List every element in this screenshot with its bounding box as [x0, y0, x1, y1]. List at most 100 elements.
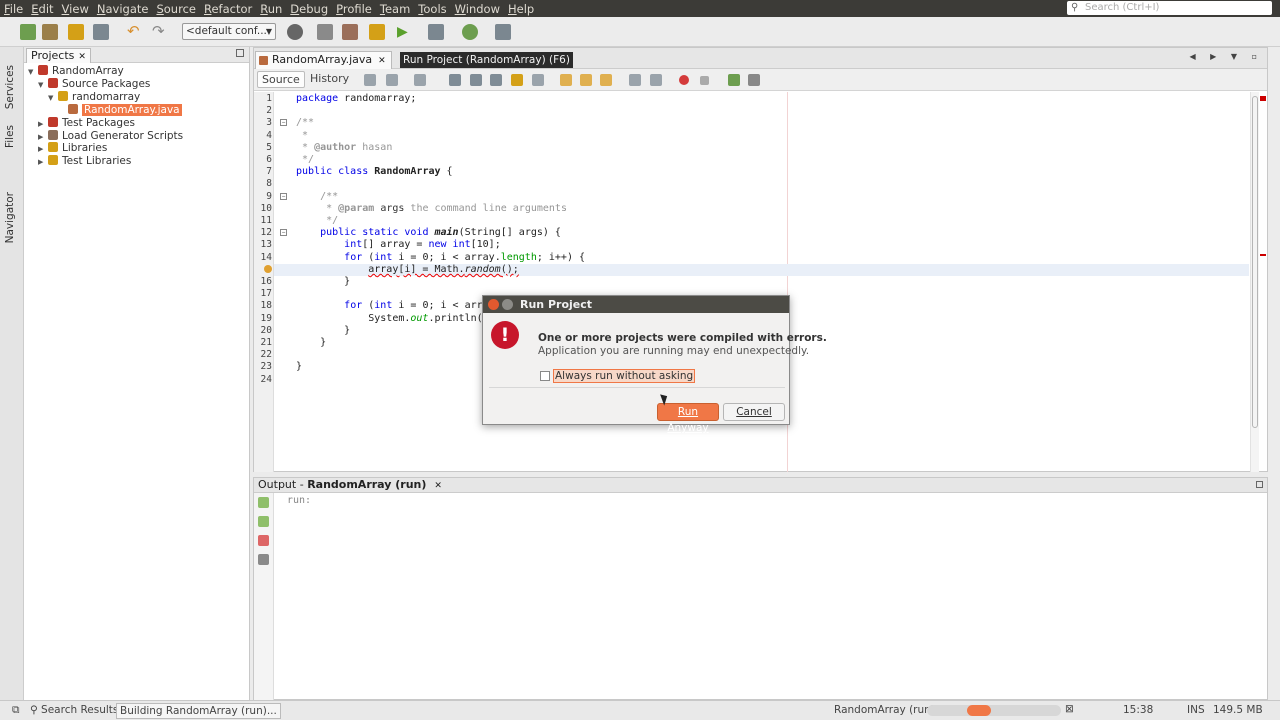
menu-item[interactable]: Edit — [27, 2, 57, 16]
globe-icon[interactable] — [287, 24, 303, 40]
new-file-icon[interactable] — [20, 24, 36, 40]
toggle-rect-select-icon[interactable] — [532, 74, 544, 86]
rerun-with-params-icon[interactable] — [258, 516, 269, 527]
editor-vertical-scrollbar[interactable] — [1250, 92, 1259, 472]
uncomment-icon[interactable] — [748, 74, 760, 86]
cancel-button[interactable]: Cancel — [723, 403, 785, 421]
search-input[interactable]: ⚲ Search (Ctrl+I) — [1067, 1, 1272, 15]
fold-icon[interactable]: − — [280, 192, 287, 200]
menu-item[interactable]: Run — [256, 2, 286, 16]
search-results-tab[interactable]: ⚲ Search Results — [30, 704, 118, 716]
fold-icon[interactable]: − — [280, 229, 287, 237]
new-project-icon[interactable] — [42, 24, 58, 40]
dialog-close-icon[interactable] — [488, 299, 499, 310]
toggle-highlight-icon[interactable] — [511, 74, 523, 86]
status-bar: ⧉ ⚲ Search Results Building RandomArray … — [0, 700, 1280, 720]
menu-item[interactable]: Profile — [332, 2, 376, 16]
tree-node[interactable]: ▼ randomarray — [48, 90, 140, 105]
always-run-checkbox[interactable] — [540, 371, 550, 381]
rerun-icon[interactable] — [258, 497, 269, 508]
next-bookmark-icon[interactable] — [580, 74, 592, 86]
history-button[interactable]: History — [306, 71, 353, 88]
collapsed-toggle-icon[interactable]: ▶ — [38, 156, 48, 169]
scroll-thumb[interactable] — [1252, 96, 1258, 428]
menu-item[interactable]: View — [58, 2, 93, 16]
error-marker[interactable] — [1260, 254, 1266, 256]
expanded-toggle-icon[interactable]: ▼ — [38, 79, 48, 92]
last-edit-icon[interactable] — [364, 74, 376, 86]
tab-output[interactable]: Output - RandomArray (run) ✕ — [258, 478, 442, 491]
fold-icon[interactable]: − — [280, 119, 287, 127]
menu-item[interactable]: Window — [451, 2, 504, 16]
always-run-label[interactable]: Always run without asking — [553, 369, 696, 383]
tree-node[interactable]: ▶ Test Libraries — [38, 155, 131, 168]
tab-randomarray-java[interactable]: RandomArray.java ✕ — [255, 51, 392, 69]
close-icon[interactable]: ✕ — [378, 56, 386, 66]
cancel-task-icon[interactable]: ⊠ — [1065, 703, 1074, 715]
run-anyway-button[interactable]: Run Anyway — [657, 403, 719, 434]
prev-bookmark-icon[interactable] — [560, 74, 572, 86]
run-project-icon[interactable]: ▶ — [397, 24, 413, 40]
stop-icon[interactable] — [258, 535, 269, 546]
menu-item[interactable]: Refactor — [200, 2, 256, 16]
memory-label[interactable]: 149.5 MB — [1213, 704, 1263, 716]
find-next-icon[interactable] — [490, 74, 502, 86]
services-tab[interactable]: Services — [4, 65, 16, 109]
restore-icon[interactable]: ⧉ — [12, 704, 20, 717]
expanded-toggle-icon[interactable]: ▼ — [48, 92, 58, 105]
tree-node[interactable]: ▶ Libraries — [38, 142, 107, 155]
error-hint-icon[interactable] — [264, 264, 272, 273]
debug-project-icon[interactable] — [428, 24, 444, 40]
search-placeholder: Search (Ctrl+I) — [1085, 2, 1160, 13]
expanded-toggle-icon[interactable]: ▼ — [28, 66, 38, 79]
tree-node[interactable]: ▼ RandomArray — [28, 65, 124, 78]
code-line: 9− /** — [266, 191, 1249, 203]
close-icon[interactable]: ✕ — [78, 52, 86, 62]
menu-item[interactable]: Team — [376, 2, 414, 16]
error-marker[interactable] — [1260, 96, 1266, 101]
menu-item[interactable]: Help — [504, 2, 538, 16]
menu-item[interactable]: Source — [152, 2, 200, 16]
shift-left-icon[interactable] — [629, 74, 641, 86]
source-button[interactable]: Source — [257, 71, 305, 88]
profile-lock-icon[interactable] — [369, 24, 385, 40]
menu-item[interactable]: File — [0, 2, 27, 16]
find-previous-icon[interactable] — [470, 74, 482, 86]
tab-projects[interactable]: Projects ✕ — [26, 48, 91, 63]
comment-icon[interactable] — [728, 74, 740, 86]
minimize-icon[interactable] — [236, 49, 244, 57]
redo-icon[interactable]: ↷ — [152, 24, 168, 40]
files-tab[interactable]: Files — [4, 125, 16, 148]
record-macro-icon[interactable] — [679, 75, 689, 85]
open-project-icon[interactable] — [68, 24, 84, 40]
menu-item[interactable]: Debug — [286, 2, 332, 16]
minimize-icon[interactable] — [1256, 481, 1263, 488]
tree-node[interactable]: ▶ Test Packages — [38, 116, 135, 130]
menu-item[interactable]: Navigate — [93, 2, 153, 16]
right-side-strip — [1268, 47, 1280, 700]
menu-item-label: iew — [69, 1, 89, 16]
apply-changes-icon[interactable] — [495, 24, 511, 40]
profile-project-icon[interactable] — [462, 24, 478, 40]
undo-icon[interactable]: ↶ — [127, 24, 143, 40]
building-status[interactable]: Building RandomArray (run)... — [116, 703, 281, 719]
toggle-bookmark-icon[interactable] — [600, 74, 612, 86]
clean-build-icon[interactable] — [342, 24, 358, 40]
find-selection-icon[interactable] — [449, 74, 461, 86]
config-select[interactable]: <default conf... ▼ — [182, 23, 276, 40]
shift-right-icon[interactable] — [650, 74, 662, 86]
forward-icon[interactable] — [414, 74, 426, 86]
back-icon[interactable] — [386, 74, 398, 86]
navigator-tab[interactable]: Navigator — [4, 192, 16, 243]
build-hammer-icon[interactable] — [317, 24, 333, 40]
tree-node[interactable]: RandomArray.java — [58, 103, 182, 117]
tab-nav-arrows[interactable]: ◀ ▶ ▼ ▫ — [1189, 52, 1263, 61]
close-icon[interactable]: ✕ — [434, 481, 442, 491]
save-all-icon[interactable] — [93, 24, 109, 40]
settings-icon[interactable] — [258, 554, 269, 565]
stop-macro-icon[interactable] — [700, 76, 709, 85]
menu-item[interactable]: Tools — [414, 2, 450, 16]
tree-node[interactable]: ▼ Source Packages — [38, 77, 150, 92]
tree-node[interactable]: ▶ Load Generator Scripts — [38, 129, 183, 143]
dialog-minimize-icon[interactable] — [502, 299, 513, 310]
